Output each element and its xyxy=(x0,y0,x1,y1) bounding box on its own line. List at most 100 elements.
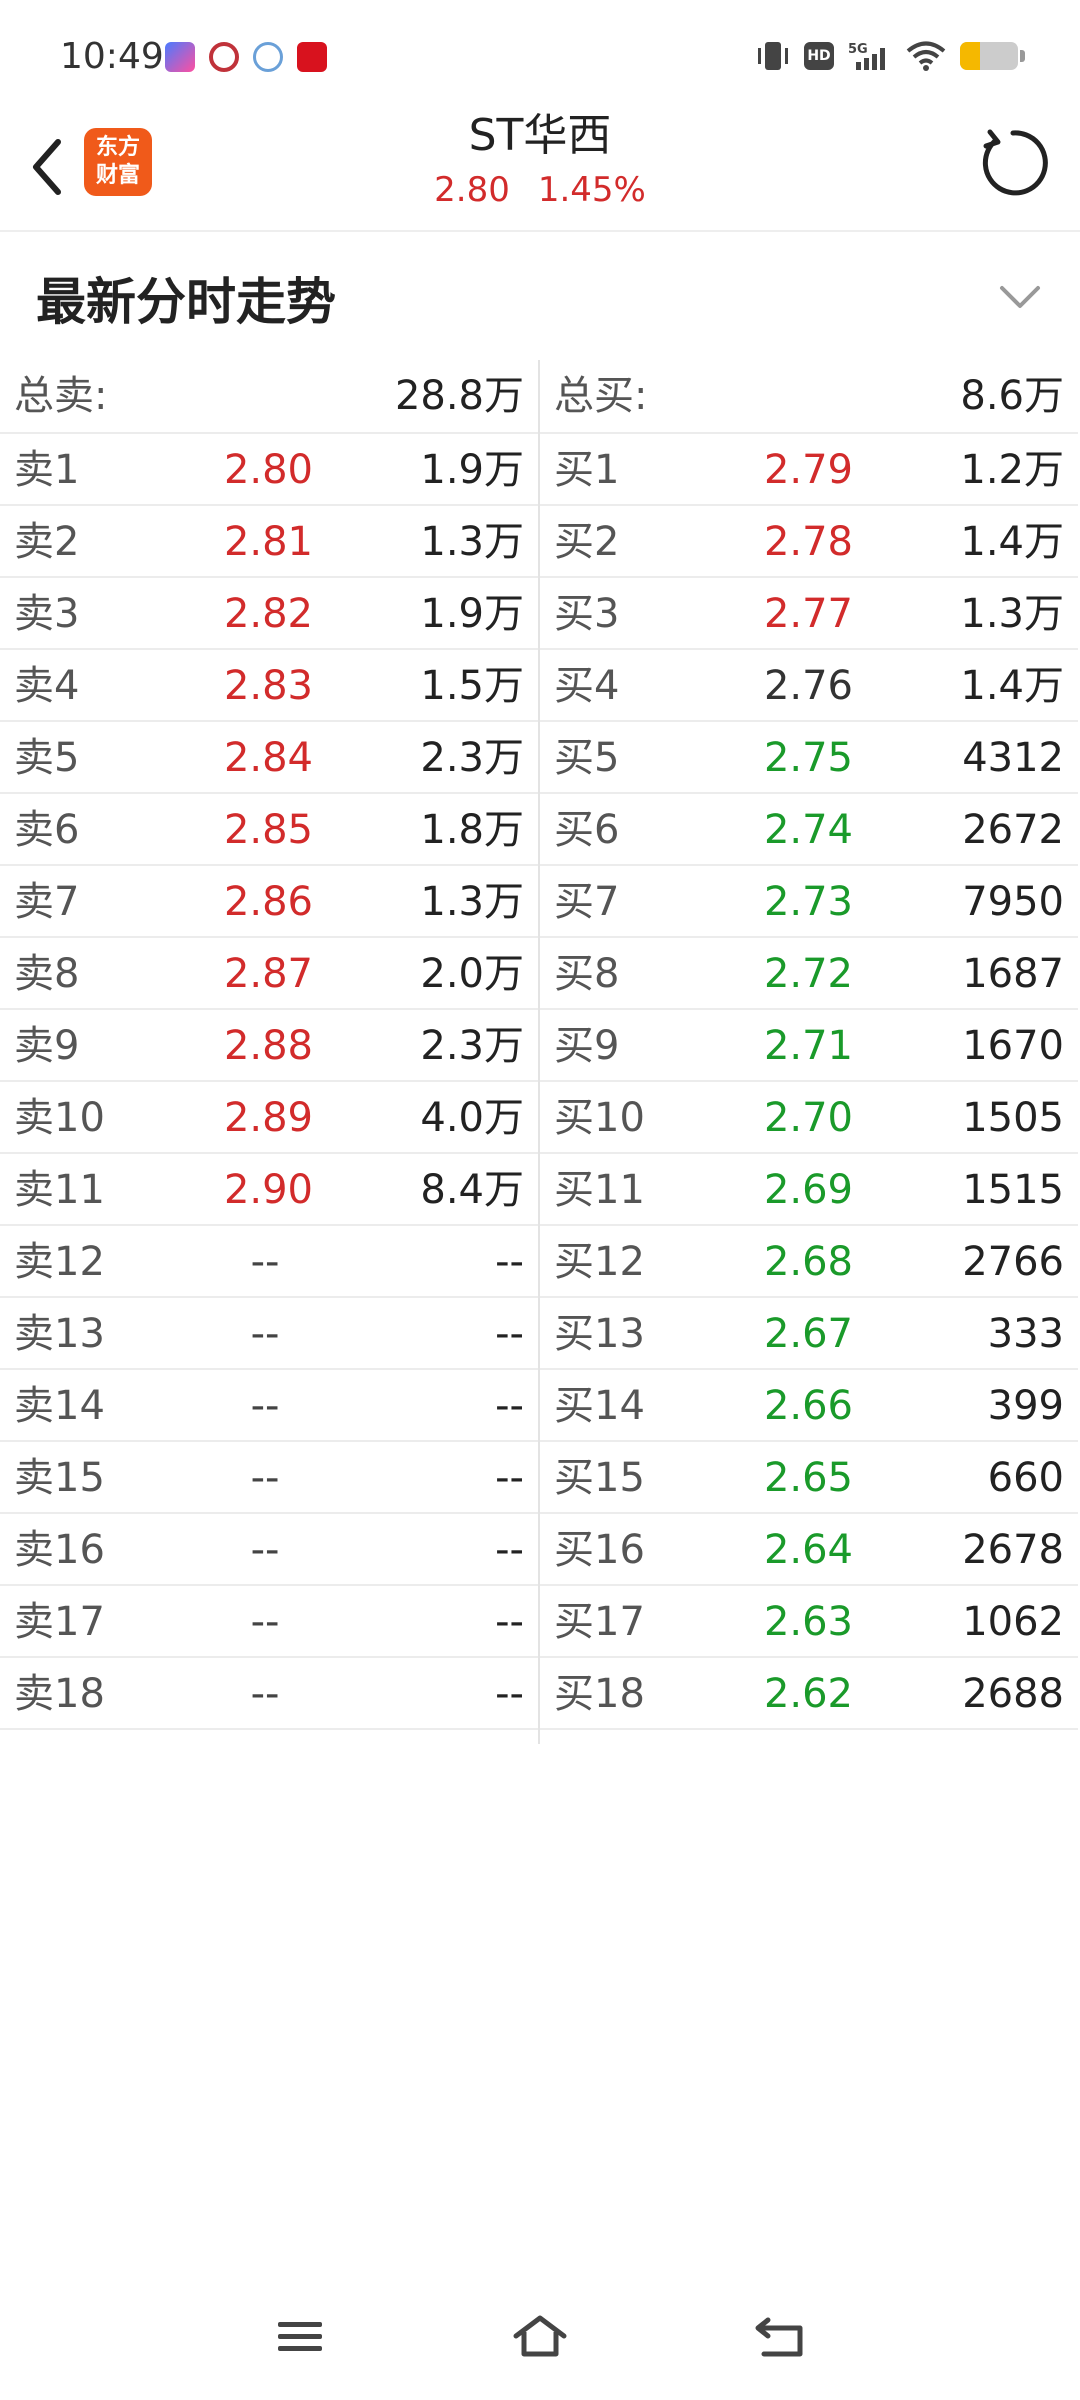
buy-level-price: 2.73 xyxy=(763,879,853,925)
buy-level-volume: 1687 xyxy=(962,951,1064,997)
sell-level-row: 卖11 2.90 8.4万 xyxy=(0,1154,538,1226)
buy-level-row: 买6 2.74 2672 xyxy=(540,794,1078,866)
sell-level-price: -- xyxy=(250,1383,280,1429)
buy-level-label: 买12 xyxy=(554,1239,645,1285)
sell-level-row: 卖17 -- -- xyxy=(0,1586,538,1658)
sell-level-price: 2.80 xyxy=(223,447,313,493)
sell-level-label: 卖1 xyxy=(14,447,80,493)
sell-level-volume: 1.9万 xyxy=(420,591,524,637)
buy-level-label: 买15 xyxy=(554,1455,645,1501)
buy-level-row: 买2 2.78 1.4万 xyxy=(540,506,1078,578)
stock-quote: 2.80 1.45% xyxy=(0,170,1080,210)
buy-level-label: 买10 xyxy=(554,1095,645,1141)
sell-level-row: 卖14 -- -- xyxy=(0,1370,538,1442)
sell-level-label: 卖2 xyxy=(14,519,80,565)
sell-level-volume: 1.9万 xyxy=(420,447,524,493)
sell-level-row: 卖3 2.82 1.9万 xyxy=(0,578,538,650)
refresh-icon[interactable] xyxy=(976,126,1050,200)
buy-level-price: 2.68 xyxy=(763,1239,853,1285)
buy-level-volume: 399 xyxy=(987,1383,1064,1429)
buy-level-row: 买7 2.73 7950 xyxy=(540,866,1078,938)
buy-side: 总买: 8.6万 买1 2.79 1.2万 买2 2.78 1.4万 买3 2.77 1.3万买… xyxy=(540,360,1078,1730)
sell-level-label: 卖12 xyxy=(14,1239,105,1285)
sell-level-volume: 8.4万 xyxy=(420,1167,524,1213)
buy-level-volume: 1670 xyxy=(962,1023,1064,1069)
sell-level-price: 2.87 xyxy=(223,951,313,997)
wifi-icon xyxy=(906,41,946,71)
heart-notification-icon xyxy=(297,42,327,72)
stock-price: 2.80 xyxy=(434,170,510,210)
buy-level-label: 买8 xyxy=(554,951,620,997)
menu-icon[interactable] xyxy=(270,2312,330,2362)
buy-level-price: 2.78 xyxy=(763,519,853,565)
sell-level-label: 卖5 xyxy=(14,735,80,781)
buy-level-price: 2.70 xyxy=(763,1095,853,1141)
sell-level-volume: -- xyxy=(495,1455,524,1501)
buy-level-row: 买14 2.66 399 xyxy=(540,1370,1078,1442)
buy-level-volume: 4312 xyxy=(962,735,1064,781)
buy-level-row: 买5 2.75 4312 xyxy=(540,722,1078,794)
home-icon[interactable] xyxy=(510,2312,570,2362)
sell-total-value: 28.8万 xyxy=(394,373,524,419)
sell-level-price: 2.82 xyxy=(223,591,313,637)
sell-level-volume: 2.0万 xyxy=(420,951,524,997)
buy-level-price: 2.77 xyxy=(763,591,853,637)
battery-icon xyxy=(960,42,1018,70)
buy-level-label: 买3 xyxy=(554,591,620,637)
app-notification-icon xyxy=(165,42,195,72)
chevron-down-icon[interactable] xyxy=(998,282,1042,312)
buy-level-label: 买9 xyxy=(554,1023,620,1069)
back-nav-icon[interactable] xyxy=(750,2312,810,2362)
sell-level-price: -- xyxy=(250,1311,280,1357)
buy-level-row: 买13 2.67 333 xyxy=(540,1298,1078,1370)
sell-level-volume: 2.3万 xyxy=(420,735,524,781)
sell-level-price: 2.89 xyxy=(223,1095,313,1141)
sell-level-row: 卖12 -- -- xyxy=(0,1226,538,1298)
sell-level-price: 2.85 xyxy=(223,807,313,853)
sell-level-label: 卖4 xyxy=(14,663,80,709)
sell-level-label: 卖18 xyxy=(14,1671,105,1717)
sell-level-price: -- xyxy=(250,1455,280,1501)
stock-name: ST华西 xyxy=(468,110,612,161)
buy-level-volume: 1.2万 xyxy=(960,447,1064,493)
sell-level-price: 2.81 xyxy=(223,519,313,565)
buy-level-row: 买10 2.70 1505 xyxy=(540,1082,1078,1154)
sell-level-price: 2.88 xyxy=(223,1023,313,1069)
sell-level-row: 卖8 2.87 2.0万 xyxy=(0,938,538,1010)
sell-level-label: 卖16 xyxy=(14,1527,105,1573)
buy-level-label: 买6 xyxy=(554,807,620,853)
buy-level-label: 买17 xyxy=(554,1599,645,1645)
buy-level-volume: 1.4万 xyxy=(960,663,1064,709)
sell-level-label: 卖8 xyxy=(14,951,80,997)
buy-level-price: 2.71 xyxy=(763,1023,853,1069)
buy-level-volume: 2672 xyxy=(962,807,1064,853)
sell-level-label: 卖14 xyxy=(14,1383,105,1429)
buy-level-price: 2.64 xyxy=(763,1527,853,1573)
sell-level-row: 卖18 -- -- xyxy=(0,1658,538,1730)
stock-header: 东方 财富 ST华西 2.80 1.45% xyxy=(0,110,1080,230)
signal-5g-icon: 5G xyxy=(848,42,885,70)
hd-icon: HD xyxy=(804,42,834,70)
buy-total-label: 总买: xyxy=(554,373,648,419)
buy-level-price: 2.66 xyxy=(763,1383,853,1429)
buy-level-label: 买11 xyxy=(554,1167,645,1213)
sell-total-label: 总卖: xyxy=(14,373,108,419)
sell-level-price: 2.86 xyxy=(223,879,313,925)
sell-level-volume: 2.3万 xyxy=(420,1023,524,1069)
sell-level-volume: -- xyxy=(495,1671,524,1717)
buy-level-label: 买4 xyxy=(554,663,620,709)
status-bar: 10:49 HD 5G xyxy=(0,0,1080,110)
buy-total-row: 总买: 8.6万 xyxy=(540,360,1078,434)
buy-level-label: 买16 xyxy=(554,1527,645,1573)
header-divider xyxy=(0,230,1080,232)
sell-level-price: 2.84 xyxy=(223,735,313,781)
sell-level-row: 卖4 2.83 1.5万 xyxy=(0,650,538,722)
buy-level-row: 买3 2.77 1.3万 xyxy=(540,578,1078,650)
stock-change-percent: 1.45% xyxy=(537,170,646,210)
sell-level-row: 卖6 2.85 1.8万 xyxy=(0,794,538,866)
buy-level-row: 买8 2.72 1687 xyxy=(540,938,1078,1010)
buy-level-label: 买7 xyxy=(554,879,620,925)
buy-level-volume: 7950 xyxy=(962,879,1064,925)
buy-level-volume: 1.4万 xyxy=(960,519,1064,565)
sell-level-volume: 1.3万 xyxy=(420,879,524,925)
